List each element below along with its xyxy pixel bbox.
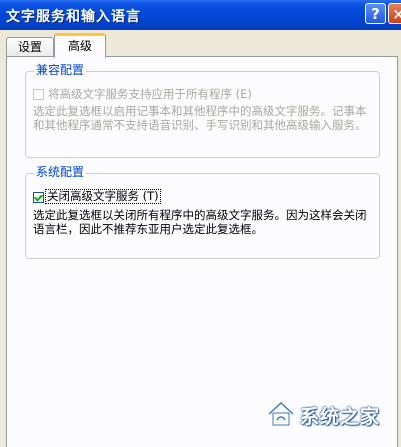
compat-config-legend: 兼容配置 — [34, 63, 87, 77]
system-config-legend: 系统配置 — [34, 165, 87, 179]
system-description: 选定此复选框以关闭所有程序中的高级文字服务。因为这样会关闭语言栏，因此不推荐东亚… — [33, 208, 367, 236]
compat-description: 选定此复选框以启用记事本和其他程序中的高级文字服务。记事本和其他程序通常不支持语… — [33, 104, 367, 132]
tab-settings[interactable]: 设置 — [6, 37, 54, 57]
watermark: 系统之家 — [266, 398, 396, 430]
watermark-text: 系统之家 — [300, 406, 381, 428]
title-bar[interactable]: 文字服务和输入语言 ? × — [0, 0, 401, 30]
tab-advanced[interactable]: 高级 — [54, 33, 106, 58]
turn-off-advanced-services-checkbox[interactable] — [33, 192, 44, 203]
apply-all-programs-label[interactable]: 将高级文字服务支持应用于所有程序 (E) — [48, 88, 252, 101]
turn-off-advanced-services-label[interactable]: 关闭高级文字服务 (T) — [45, 189, 161, 204]
house-logo-icon — [267, 400, 295, 426]
window-title: 文字服务和输入语言 — [6, 9, 141, 25]
apply-all-programs-checkbox[interactable] — [33, 89, 44, 100]
close-button[interactable]: × — [388, 3, 401, 24]
dialog-window: 文字服务和输入语言 ? × 设置 高级 兼容配置 将高级文字服务支持应用于所有程… — [0, 0, 401, 447]
help-button[interactable]: ? — [365, 3, 386, 24]
